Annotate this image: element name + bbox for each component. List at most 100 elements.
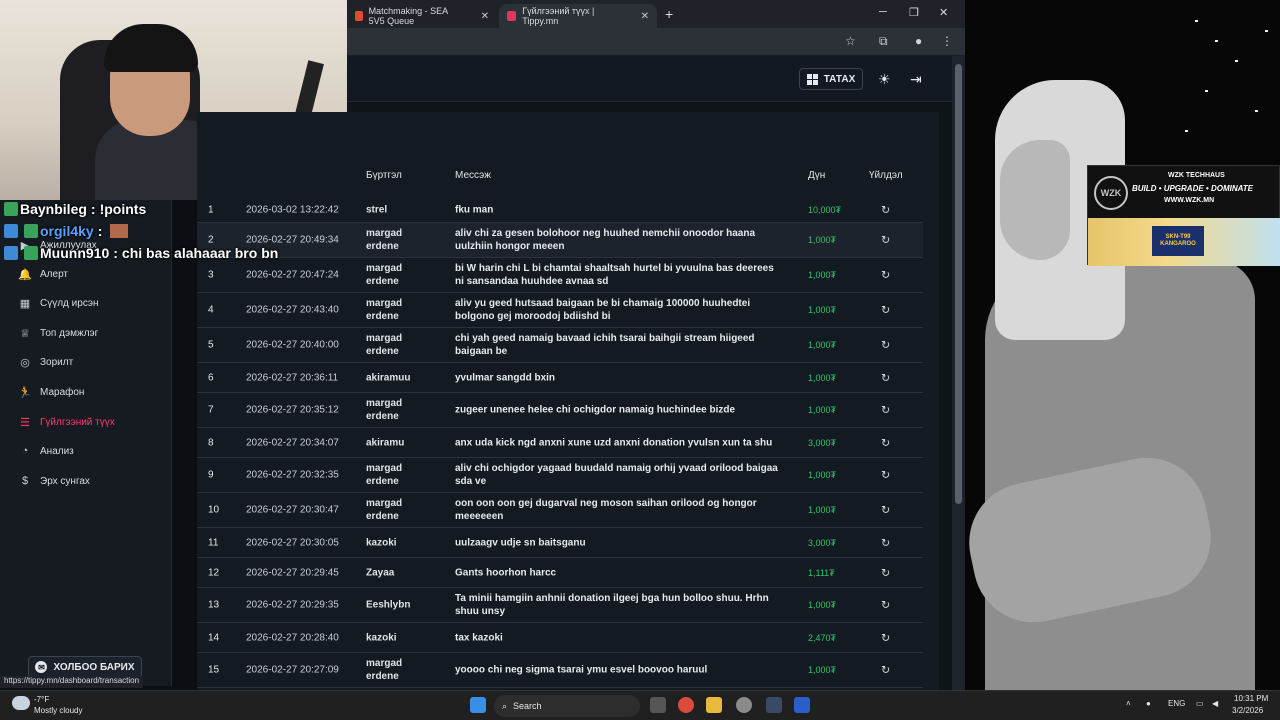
chat-username: Muunn910 — [40, 245, 110, 261]
row-message: aliv chi ochigdor yagaad buudald namaig … — [455, 463, 778, 487]
clock-time[interactable]: 10:31 PM — [1234, 694, 1268, 703]
profile-avatar-icon[interactable]: ● — [915, 34, 922, 48]
language-indicator[interactable]: ENG — [1168, 699, 1185, 708]
sidebar-item-analysis[interactable]: ◔ Анализ — [18, 444, 74, 458]
clock-date[interactable]: 3/2/2026 — [1232, 706, 1263, 715]
replay-icon[interactable]: ↻ — [881, 304, 890, 317]
theme-toggle-sun-icon[interactable]: ☀ — [878, 71, 891, 88]
mic-icon[interactable]: ● — [1146, 699, 1151, 708]
taskbar-search[interactable]: ⌕ Search — [494, 695, 640, 717]
volume-icon[interactable]: ◀ — [1212, 699, 1218, 708]
row-user: margad erdene — [366, 263, 403, 287]
replay-icon[interactable]: ↻ — [881, 371, 890, 384]
row-date: 2026-02-27 20:27:09 — [246, 664, 339, 676]
tab-label: Matchmaking - SEA 5V5 Queue — [368, 6, 448, 26]
close-tab-icon[interactable]: ✕ — [641, 11, 649, 22]
sidebar-item-top-support[interactable]: ♕ Топ дэмжлэг — [18, 326, 98, 340]
art-light-dot — [1265, 30, 1268, 32]
page-scrollbar[interactable] — [952, 56, 965, 690]
replay-icon[interactable]: ↻ — [881, 234, 890, 247]
replay-icon[interactable]: ↻ — [881, 339, 890, 352]
download-button[interactable]: ТАТАХ — [799, 68, 863, 90]
sponsor-url: WWW.WZK.MN — [1164, 197, 1215, 204]
chat-message: Baynbileg : !points — [0, 198, 330, 220]
sidebar-item-extend[interactable]: $ Эрх сунгах — [18, 474, 90, 488]
weather-desc[interactable]: Mostly cloudy — [34, 706, 82, 715]
row-message: aliv yu geed hutsaad baigaan be bi chama… — [455, 298, 751, 322]
chat-text: !points — [99, 201, 147, 217]
file-explorer-icon[interactable] — [706, 697, 722, 713]
network-icon[interactable]: ▭ — [1196, 699, 1204, 708]
row-user: margad erdene — [366, 658, 403, 682]
replay-icon[interactable]: ↻ — [881, 536, 890, 549]
tab-label: Гүйлгээний түүх | Tippy.mn — [522, 6, 595, 26]
contact-button[interactable]: ✉ ХОЛБОО БАРИХ — [28, 656, 142, 678]
row-amount: 1,000₮ — [808, 600, 837, 610]
replay-icon[interactable]: ↻ — [881, 599, 890, 612]
app-icon[interactable] — [794, 697, 810, 713]
weather-temp[interactable]: -7°F — [34, 695, 49, 704]
row-date: 2026-02-27 20:47:24 — [246, 269, 339, 281]
replay-icon[interactable]: ↻ — [881, 203, 890, 216]
target-icon: ◎ — [20, 356, 30, 369]
logout-icon[interactable]: ⇥ — [910, 71, 922, 88]
row-date: 2026-02-27 20:34:07 — [246, 437, 339, 448]
row-user: kazoki — [366, 537, 397, 548]
app-header: ТАТАХ ☀ ⇥ — [347, 56, 952, 102]
start-windows-icon[interactable] — [470, 697, 486, 713]
scrollbar-thumb[interactable] — [955, 64, 962, 504]
sidebar-item-label: Топ дэмжлэг — [40, 327, 99, 339]
replay-icon[interactable]: ↻ — [881, 404, 890, 417]
row-amount: 2,470₮ — [808, 632, 837, 643]
row-date: 2026-02-27 20:43:40 — [246, 304, 339, 316]
more-menu-icon[interactable]: ⋮ — [941, 34, 953, 48]
sidebar-item-recent[interactable]: ▦ Сүүлд ирсэн — [18, 296, 99, 310]
steam-icon[interactable] — [766, 697, 782, 713]
browser-toolbar: ☆ ⧉ ● ⋮ — [347, 28, 965, 56]
minimize-icon[interactable]: ─ — [879, 6, 887, 18]
row-user: Zayaa — [366, 567, 395, 578]
replay-icon[interactable]: ↻ — [881, 469, 890, 482]
tab-transactions[interactable]: Гүйлгээний түүх | Tippy.mn ✕ — [499, 4, 657, 28]
tray-chevron-icon[interactable]: ˄ — [1126, 699, 1131, 708]
row-amount: 1,000₮ — [808, 235, 837, 245]
sidebar-item-goal[interactable]: ◎ Зорилт — [18, 355, 73, 369]
row-amount: 3,000₮ — [808, 537, 837, 548]
sponsor-banner: WZK WZK TECHHAUS BUILD • UPGRADE • DOMIN… — [1087, 165, 1280, 266]
sidebar-item-transactions[interactable]: ☰ Гүйлгээний түүх — [18, 415, 115, 429]
extensions-icon[interactable]: ⧉ — [879, 34, 888, 49]
row-user: Eeshlybn — [366, 599, 411, 611]
replay-icon[interactable]: ↻ — [881, 566, 890, 579]
replay-icon[interactable]: ↻ — [881, 269, 890, 282]
row-number: 14 — [208, 632, 220, 643]
row-amount: 1,000₮ — [808, 270, 837, 280]
messenger-icon: ✉ — [35, 661, 48, 673]
replay-icon[interactable]: ↻ — [881, 436, 890, 449]
chat-badge-icon — [4, 202, 18, 216]
obs-icon[interactable] — [736, 697, 752, 713]
new-tab-button[interactable]: + — [665, 6, 673, 22]
row-date: 2026-02-27 20:35:12 — [246, 404, 339, 416]
bookmark-star-icon[interactable]: ☆ — [845, 34, 856, 48]
replay-icon[interactable]: ↻ — [881, 664, 890, 677]
task-view-icon[interactable] — [650, 697, 666, 713]
sponsor-brand: WZK TECHHAUS — [1168, 172, 1225, 179]
replay-icon[interactable]: ↻ — [881, 631, 890, 644]
replay-icon[interactable]: ↻ — [881, 504, 890, 517]
row-user: margad erdene — [366, 298, 403, 322]
sidebar-item-marathon[interactable]: 🏃 Марафон — [18, 385, 84, 399]
screen: Matchmaking - SEA 5V5 Queue ✕ Гүйлгээний… — [0, 0, 1280, 720]
chrome-icon[interactable] — [678, 697, 694, 713]
row-user: akiramu — [366, 437, 405, 448]
close-tab-icon[interactable]: ✕ — [481, 11, 489, 22]
wzk-logo-icon: WZK — [1094, 176, 1128, 210]
maximize-icon[interactable]: ❐ — [909, 6, 919, 19]
sidebar-item-label: Алерт — [40, 268, 68, 280]
row-user: margad erdene — [366, 228, 403, 252]
art-light-dot — [1185, 130, 1188, 132]
row-user: margad erdene — [366, 463, 403, 487]
close-window-icon[interactable]: ✕ — [939, 6, 948, 19]
row-amount: 1,000₮ — [808, 340, 837, 350]
row-date: 2026-02-27 20:30:47 — [246, 504, 339, 516]
tab-matchmaking[interactable]: Matchmaking - SEA 5V5 Queue ✕ — [347, 4, 497, 28]
